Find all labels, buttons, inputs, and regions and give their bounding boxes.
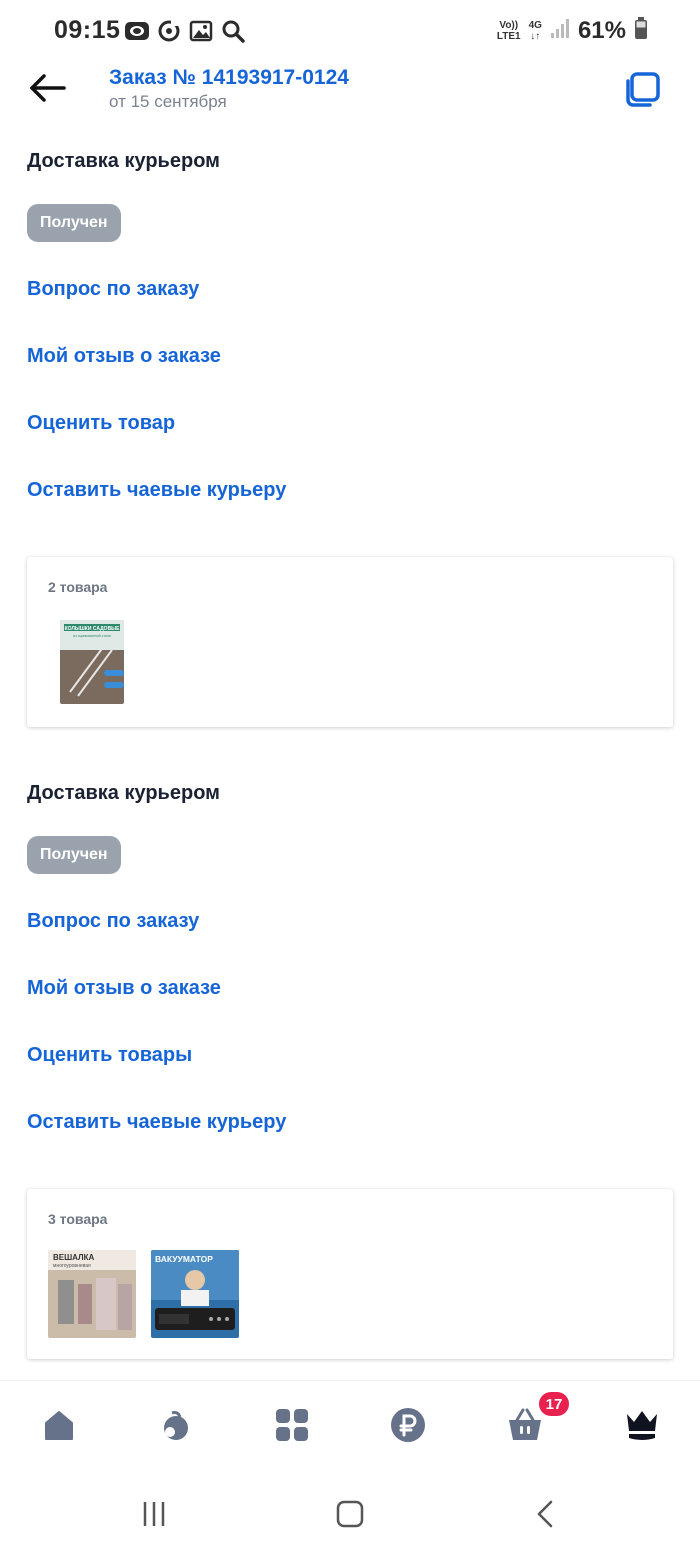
home-system-button[interactable] [330, 1496, 370, 1536]
camera-icon [124, 18, 150, 44]
nav-fruit[interactable] [154, 1405, 198, 1449]
cart-icon [506, 1407, 544, 1448]
action-links: Вопрос по заказу Мой отзыв о заказе Оцен… [27, 256, 673, 524]
crown-icon [624, 1407, 660, 1448]
order-date: от 15 сентября [109, 92, 227, 111]
home-icon [41, 1407, 77, 1448]
sync-icon [156, 18, 182, 44]
system-navigation [0, 1474, 700, 1556]
signal-icon [550, 17, 570, 44]
status-badge: Получен [27, 836, 121, 874]
items-count: 2 товара [48, 579, 108, 595]
tip-courier-link[interactable]: Оставить чаевые курьеру [27, 1089, 673, 1156]
battery-percent: 61% [577, 16, 626, 44]
nav-payments[interactable] [386, 1405, 430, 1449]
ruble-icon [390, 1407, 426, 1448]
status-bar: 09:15 Vo)) LTE1 4G ↓↑ 61% [0, 0, 700, 62]
order-title: Заказ № 14193917-0124 [109, 66, 349, 89]
delivery-section: Доставка курьером Получен Вопрос по зака… [27, 150, 673, 524]
cart-count-badge: 17 [537, 1390, 571, 1418]
recent-apps-button[interactable] [134, 1496, 174, 1536]
delivery-section: Доставка курьером Получен Вопрос по зака… [27, 782, 673, 1156]
network-type: 4G ↓↑ [528, 19, 542, 42]
gallery-icon [188, 18, 214, 44]
status-time: 09:15 [54, 16, 121, 44]
copy-icon [622, 72, 662, 114]
my-review-link[interactable]: Мой отзыв о заказе [27, 323, 673, 390]
status-badge: Получен [27, 204, 121, 242]
items-count: 3 товара [48, 1211, 108, 1227]
battery-icon [634, 16, 648, 45]
order-question-link[interactable]: Вопрос по заказу [27, 256, 673, 323]
product-thumbnail[interactable]: ВЕШАЛКА многоуровневая [48, 1250, 136, 1338]
product-thumbnail[interactable]: КОЛЫШКИ САДОВЫЕ из оцинкованной стали [60, 620, 124, 704]
items-card[interactable]: 3 товара ВЕШАЛКА многоуровневая ВАКУУМАТ… [27, 1189, 673, 1359]
back-system-button[interactable] [526, 1496, 566, 1536]
home-square-icon [335, 1499, 365, 1534]
thumb-caption-top: КОЛЫШКИ САДОВЫЕ [65, 626, 121, 632]
thumb-caption-top: ВАКУУМАТОР [155, 1254, 213, 1264]
bottom-navigation [0, 1380, 700, 1474]
status-icons [124, 18, 246, 44]
fruit-icon [158, 1407, 194, 1448]
delivery-title: Доставка курьером [27, 782, 220, 804]
tip-courier-link[interactable]: Оставить чаевые курьеру [27, 457, 673, 524]
status-right: Vo)) LTE1 4G ↓↑ 61% [497, 16, 648, 45]
nav-home[interactable] [37, 1405, 81, 1449]
chevron-left-icon [531, 1499, 561, 1534]
thumb-caption-top: ВЕШАЛКА [53, 1253, 95, 1262]
search-icon [220, 18, 246, 44]
order-question-link[interactable]: Вопрос по заказу [27, 888, 673, 955]
nav-profile[interactable] [620, 1405, 664, 1449]
rate-products-link[interactable]: Оценить товары [27, 1022, 673, 1089]
rate-product-link[interactable]: Оценить товар [27, 390, 673, 457]
items-card[interactable]: 2 товара КОЛЫШКИ САДОВЫЕ из оцинкованной… [27, 557, 673, 727]
recent-apps-icon [139, 1499, 169, 1534]
back-button[interactable] [26, 72, 68, 108]
thumb-caption-mid: из оцинкованной стали [73, 634, 111, 638]
product-thumbnail[interactable]: ВАКУУМАТОР [151, 1250, 239, 1338]
order-header: Заказ № 14193917-0124 от 15 сентября [0, 62, 700, 128]
arrow-left-icon [28, 73, 66, 108]
network-label: Vo)) LTE1 [496, 19, 521, 42]
my-review-link[interactable]: Мой отзыв о заказе [27, 955, 673, 1022]
delivery-title: Доставка курьером [27, 150, 220, 172]
nav-catalog[interactable] [270, 1405, 314, 1449]
copy-button[interactable] [622, 70, 662, 110]
action-links: Вопрос по заказу Мой отзыв о заказе Оцен… [27, 888, 673, 1156]
thumb-caption-mid: многоуровневая [53, 1263, 91, 1269]
catalog-icon [274, 1407, 310, 1448]
